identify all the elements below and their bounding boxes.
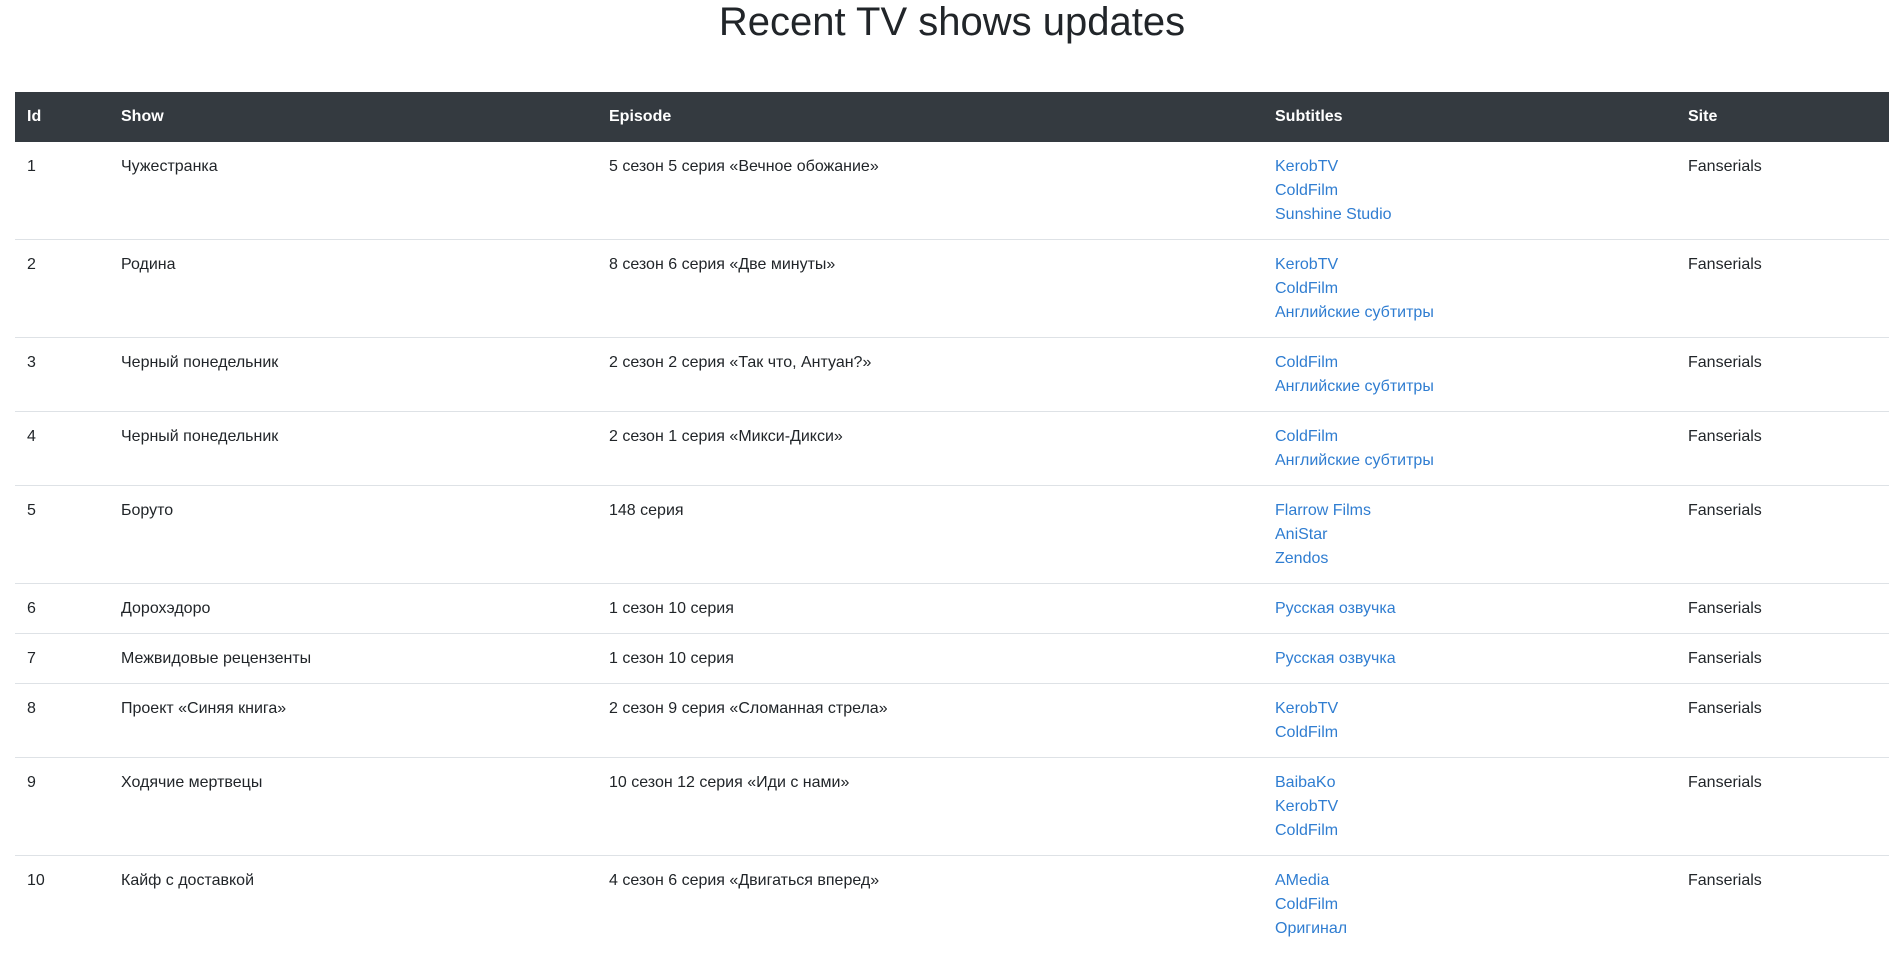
subtitle-link[interactable]: Английские субтитры (1275, 449, 1664, 473)
row-subtitles: KerobTVColdFilmАнглийские субтитры (1263, 240, 1676, 338)
subtitle-link[interactable]: KerobTV (1275, 795, 1664, 819)
row-id: 10 (15, 856, 109, 953)
row-subtitles: ColdFilmАнглийские субтитры (1263, 338, 1676, 412)
row-show: Черный понедельник (109, 338, 597, 412)
row-episode: 10 сезон 12 серия «Иди с нами» (597, 758, 1263, 856)
row-episode: 2 сезон 2 серия «Так что, Антуан?» (597, 338, 1263, 412)
row-subtitles: Русская озвучка (1263, 584, 1676, 634)
subtitle-link[interactable]: KerobTV (1275, 155, 1664, 179)
row-subtitles: BaibaKoKerobTVColdFilm (1263, 758, 1676, 856)
subtitle-link[interactable]: BaibaKo (1275, 771, 1664, 795)
row-site: Fanserials (1676, 412, 1889, 486)
row-site: Fanserials (1676, 634, 1889, 684)
row-id: 9 (15, 758, 109, 856)
row-id: 3 (15, 338, 109, 412)
row-episode: 1 сезон 10 серия (597, 584, 1263, 634)
table-header-row: Id Show Episode Subtitles Site (15, 92, 1889, 142)
subtitle-link[interactable]: ColdFilm (1275, 819, 1664, 843)
row-show: Межвидовые рецензенты (109, 634, 597, 684)
row-show: Кайф с доставкой (109, 856, 597, 953)
subtitle-link[interactable]: ColdFilm (1275, 179, 1664, 203)
row-episode: 4 сезон 6 серия «Двигаться вперед» (597, 856, 1263, 953)
row-episode: 5 сезон 5 серия «Вечное обожание» (597, 142, 1263, 240)
updates-table: Id Show Episode Subtitles Site 1Чужестра… (15, 92, 1889, 953)
table-row: 1Чужестранка5 сезон 5 серия «Вечное обож… (15, 142, 1889, 240)
page-title: Recent TV shows updates (0, 0, 1904, 44)
table-row: 3Черный понедельник2 сезон 2 серия «Так … (15, 338, 1889, 412)
subtitle-link[interactable]: ColdFilm (1275, 721, 1664, 745)
row-show: Родина (109, 240, 597, 338)
row-site: Fanserials (1676, 856, 1889, 953)
row-subtitles: Flarrow FilmsAniStarZendos (1263, 486, 1676, 584)
subtitle-link[interactable]: Русская озвучка (1275, 597, 1664, 621)
row-site: Fanserials (1676, 584, 1889, 634)
row-id: 7 (15, 634, 109, 684)
subtitle-link[interactable]: AMedia (1275, 869, 1664, 893)
row-show: Чужестранка (109, 142, 597, 240)
table-row: 6Дорохэдоро1 сезон 10 серия Русская озвуч… (15, 584, 1889, 634)
subtitle-link[interactable]: Английские субтитры (1275, 301, 1664, 325)
row-subtitles: Русская озвучка (1263, 634, 1676, 684)
row-id: 8 (15, 684, 109, 758)
row-site: Fanserials (1676, 338, 1889, 412)
row-episode: 2 сезон 9 серия «Сломанная стрела» (597, 684, 1263, 758)
row-subtitles: KerobTVColdFilm (1263, 684, 1676, 758)
row-show: Проект «Синяя книга» (109, 684, 597, 758)
row-show: Ходячие мертвецы (109, 758, 597, 856)
subtitle-link[interactable]: KerobTV (1275, 253, 1664, 277)
table-row: 10Кайф с доставкой4 сезон 6 серия «Двига… (15, 856, 1889, 953)
subtitle-link[interactable]: Zendos (1275, 547, 1664, 571)
row-site: Fanserials (1676, 684, 1889, 758)
subtitle-link[interactable]: AniStar (1275, 523, 1664, 547)
row-site: Fanserials (1676, 486, 1889, 584)
row-show: Дорохэдоро (109, 584, 597, 634)
subtitle-link[interactable]: ColdFilm (1275, 351, 1664, 375)
table-row: 5Боруто148 серияFlarrow FilmsAniStarZend… (15, 486, 1889, 584)
column-header-show: Show (109, 92, 597, 142)
subtitle-link[interactable]: Английские субтитры (1275, 375, 1664, 399)
row-show: Черный понедельник (109, 412, 597, 486)
updates-table-container: Id Show Episode Subtitles Site 1Чужестра… (15, 92, 1889, 953)
table-row: 8Проект «Синяя книга»2 сезон 9 серия «Сл… (15, 684, 1889, 758)
row-site: Fanserials (1676, 758, 1889, 856)
row-episode: 2 сезон 1 серия «Микси-Дикси» (597, 412, 1263, 486)
table-row: 4Черный понедельник2 сезон 1 серия «Микс… (15, 412, 1889, 486)
row-episode: 148 серия (597, 486, 1263, 584)
subtitle-link[interactable]: ColdFilm (1275, 893, 1664, 917)
table-row: 2Родина8 сезон 6 серия «Две минуты»Kerob… (15, 240, 1889, 338)
subtitle-link[interactable]: KerobTV (1275, 697, 1664, 721)
subtitle-link[interactable]: Flarrow Films (1275, 499, 1664, 523)
table-header: Id Show Episode Subtitles Site (15, 92, 1889, 142)
row-episode: 1 сезон 10 серия (597, 634, 1263, 684)
subtitle-link[interactable]: ColdFilm (1275, 277, 1664, 301)
row-subtitles: KerobTVColdFilmSunshine Studio (1263, 142, 1676, 240)
subtitle-link[interactable]: ColdFilm (1275, 425, 1664, 449)
row-id: 4 (15, 412, 109, 486)
table-row: 9Ходячие мертвецы10 сезон 12 серия «Иди … (15, 758, 1889, 856)
table-row: 7Межвидовые рецензенты1 сезон 10 серия Ру… (15, 634, 1889, 684)
row-site: Fanserials (1676, 142, 1889, 240)
column-header-subtitles: Subtitles (1263, 92, 1676, 142)
row-subtitles: ColdFilmАнглийские субтитры (1263, 412, 1676, 486)
column-header-episode: Episode (597, 92, 1263, 142)
row-id: 6 (15, 584, 109, 634)
row-id: 2 (15, 240, 109, 338)
row-subtitles: AMediaColdFilmОригинал (1263, 856, 1676, 953)
row-episode: 8 сезон 6 серия «Две минуты» (597, 240, 1263, 338)
table-body: 1Чужестранка5 сезон 5 серия «Вечное обож… (15, 142, 1889, 953)
row-show: Боруто (109, 486, 597, 584)
column-header-site: Site (1676, 92, 1889, 142)
row-site: Fanserials (1676, 240, 1889, 338)
column-header-id: Id (15, 92, 109, 142)
subtitle-link[interactable]: Sunshine Studio (1275, 203, 1664, 227)
subtitle-link[interactable]: Русская озвучка (1275, 647, 1664, 671)
subtitle-link[interactable]: Оригинал (1275, 917, 1664, 941)
row-id: 5 (15, 486, 109, 584)
row-id: 1 (15, 142, 109, 240)
